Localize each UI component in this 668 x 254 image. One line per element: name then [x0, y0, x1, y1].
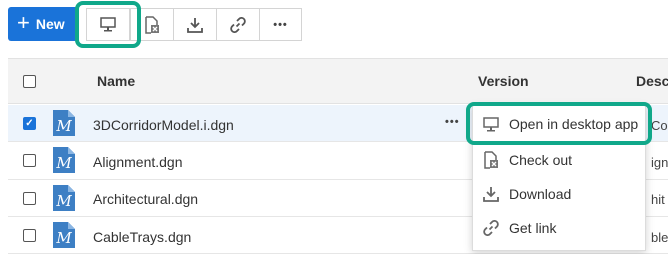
- svg-text:M: M: [55, 154, 72, 172]
- highlight-open-in-desktop-app: [466, 102, 652, 145]
- menu-item-label: Get link: [509, 220, 557, 236]
- check-out-icon: [484, 151, 498, 169]
- file-name[interactable]: CableTrays.dgn: [93, 229, 191, 245]
- description-cell: ignr: [651, 155, 668, 170]
- more-icon: •••: [273, 18, 288, 31]
- column-header-version[interactable]: Version: [478, 73, 529, 89]
- file-name[interactable]: 3DCorridorModel.i.dgn: [93, 117, 234, 133]
- microstation-file-icon: M: [53, 110, 75, 136]
- file-name[interactable]: Architectural.dgn: [93, 191, 198, 207]
- new-button-label: New: [35, 16, 65, 32]
- description-cell: Cor: [651, 118, 668, 133]
- plus-icon: +: [17, 10, 30, 35]
- more-actions-button[interactable]: •••: [259, 8, 302, 41]
- download-icon: [483, 187, 499, 202]
- menu-item-download[interactable]: Download: [483, 179, 571, 209]
- menu-item-check-out[interactable]: Check out: [483, 145, 572, 175]
- microstation-file-icon: M: [53, 185, 75, 211]
- description-cell: bleT: [651, 230, 668, 245]
- link-icon: [483, 220, 499, 236]
- column-header-description[interactable]: Desc: [636, 73, 668, 89]
- microstation-file-icon: M: [53, 147, 75, 173]
- svg-text:M: M: [55, 229, 72, 247]
- link-icon: [230, 16, 246, 33]
- row-more-button[interactable]: •••: [445, 116, 460, 128]
- menu-item-get-link[interactable]: Get link: [483, 213, 556, 243]
- row-checkbox[interactable]: [23, 154, 36, 167]
- microstation-file-icon: M: [53, 222, 75, 248]
- new-button[interactable]: + New: [8, 7, 78, 41]
- menu-item-label: Check out: [509, 152, 573, 168]
- row-checkbox[interactable]: ✓: [23, 117, 36, 130]
- check-out-icon: [145, 15, 159, 34]
- row-checkbox[interactable]: [23, 192, 36, 205]
- svg-text:M: M: [55, 117, 72, 135]
- column-header-name[interactable]: Name: [97, 73, 135, 89]
- svg-text:M: M: [55, 192, 72, 210]
- select-all-checkbox[interactable]: [23, 75, 36, 88]
- get-link-button[interactable]: [216, 8, 260, 41]
- highlight-open-in-desktop-button: [75, 1, 141, 48]
- description-cell: hit: [651, 192, 665, 207]
- download-icon: [187, 17, 203, 33]
- row-checkbox[interactable]: [23, 229, 36, 242]
- download-button[interactable]: [173, 8, 217, 41]
- menu-item-label: Download: [509, 186, 572, 202]
- file-name[interactable]: Alignment.dgn: [93, 154, 183, 170]
